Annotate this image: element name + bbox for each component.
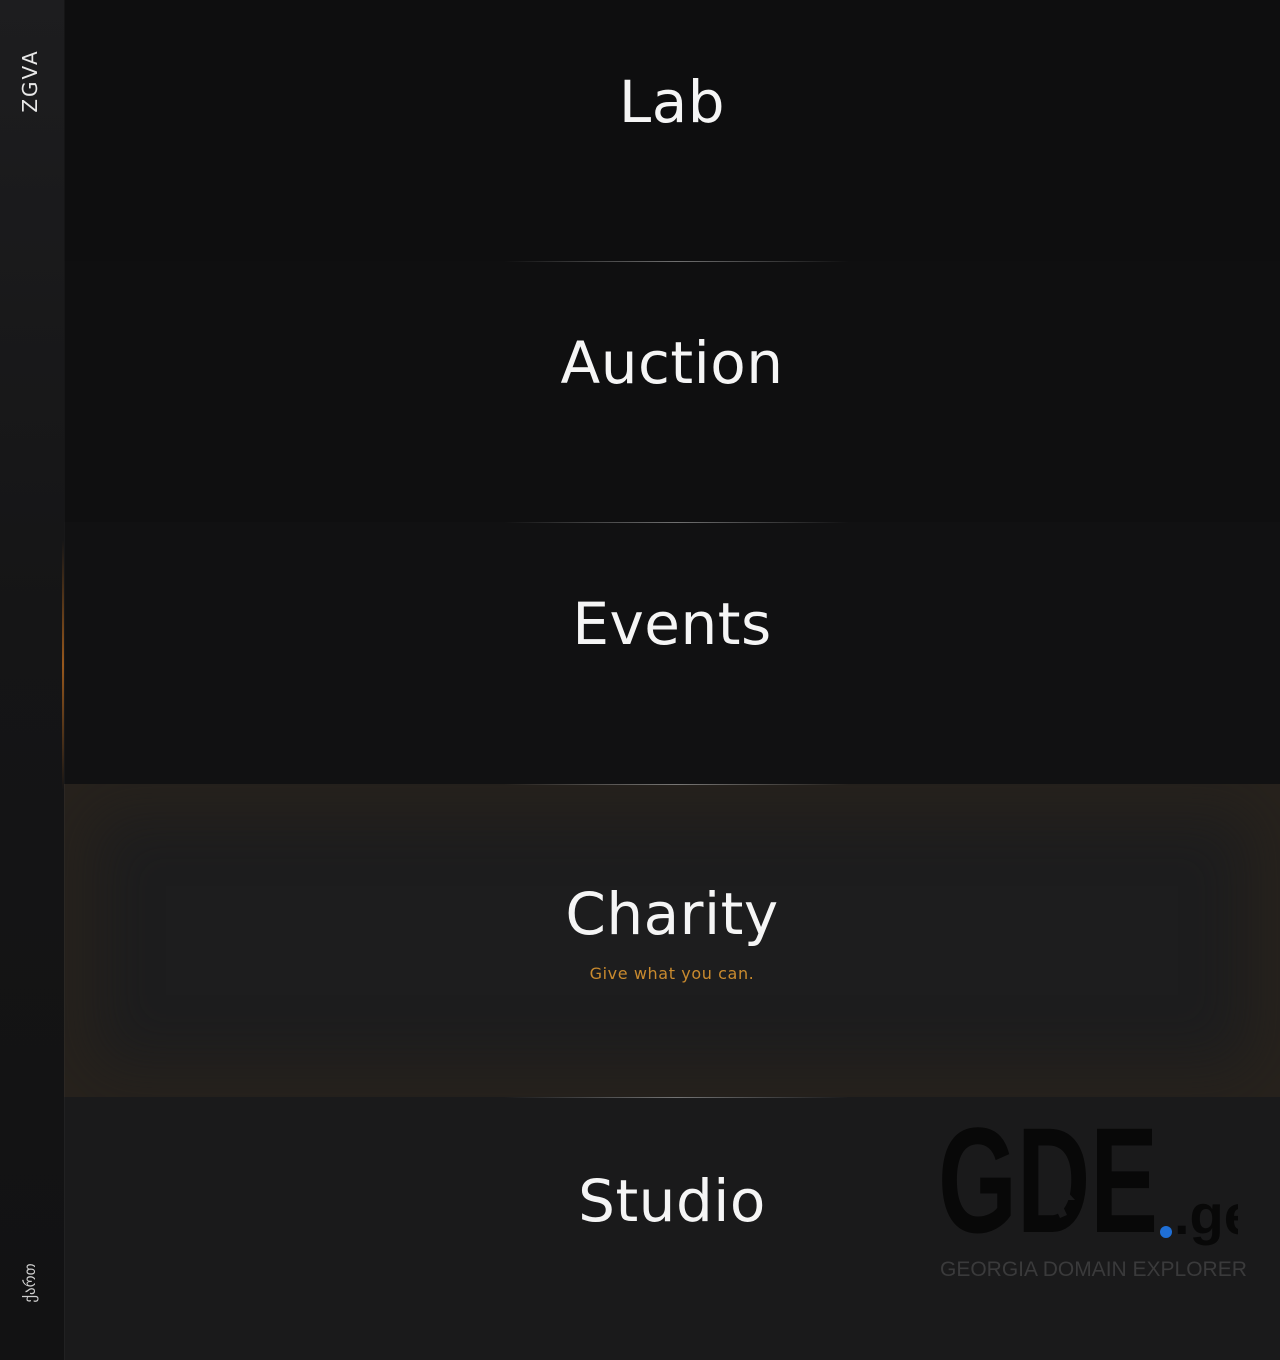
section-divider xyxy=(504,261,849,262)
section-title-auction: Auction xyxy=(560,329,784,397)
language-switch[interactable]: ქართ xyxy=(21,1263,39,1302)
section-charity[interactable]: Charity Give what you can. xyxy=(64,784,1280,1097)
section-title-lab: Lab xyxy=(618,68,726,136)
sidebar: ZGVA ქართ xyxy=(0,0,64,1360)
section-auction[interactable]: Auction xyxy=(64,261,1280,522)
section-title-events: Events xyxy=(572,590,772,658)
brand-logo[interactable]: ZGVA xyxy=(18,49,42,112)
watermark-logo: GDE .ge xyxy=(938,1112,1238,1247)
section-lab[interactable]: Lab xyxy=(64,0,1280,261)
section-title-charity: Charity xyxy=(565,880,779,948)
watermark: GDE .ge GEORGIA DOMAIN EXPLORER xyxy=(938,1112,1247,1287)
watermark-caption: GEORGIA DOMAIN EXPLORER xyxy=(940,1258,1247,1281)
watermark-logo-suffix: .ge xyxy=(1174,1183,1238,1246)
section-divider xyxy=(504,522,849,523)
section-events[interactable]: Events xyxy=(64,522,1280,784)
section-divider xyxy=(504,1097,849,1098)
watermark-dot xyxy=(1160,1226,1172,1238)
section-divider xyxy=(504,784,849,785)
section-subtitle-charity: Give what you can. xyxy=(589,964,755,983)
sidebar-accent-glow xyxy=(62,540,64,790)
